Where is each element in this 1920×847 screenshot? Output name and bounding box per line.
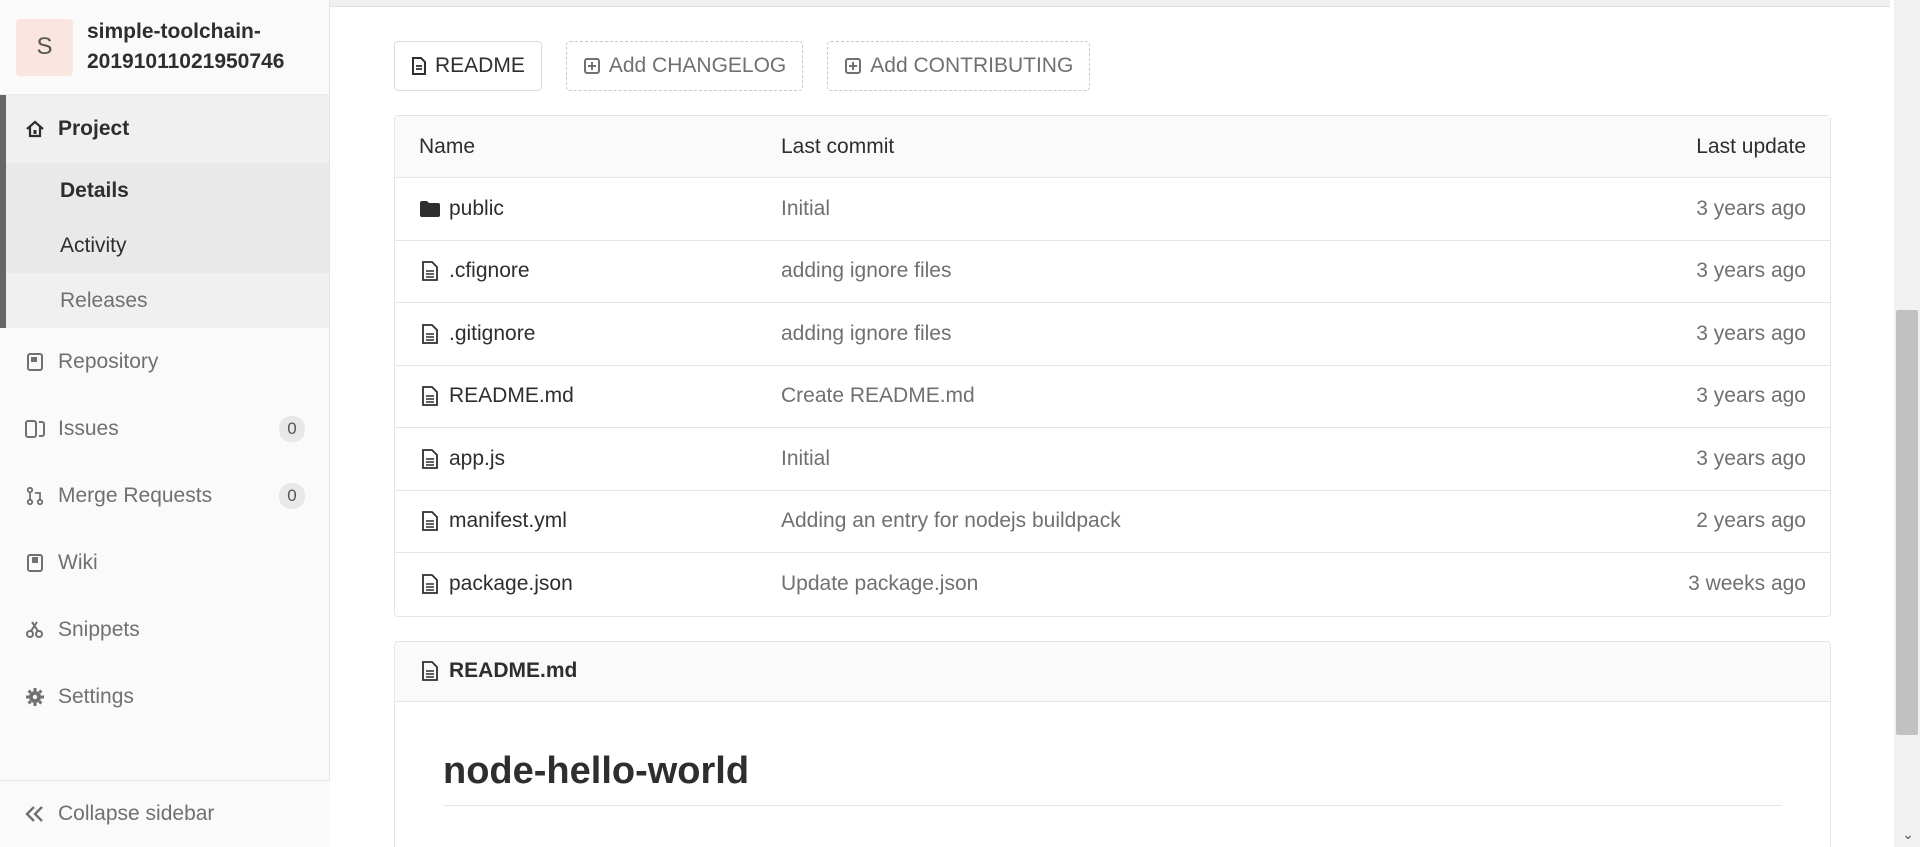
avatar: S [16,18,73,76]
file-buttons: README Add CHANGELOG Add CONTRIBUTING [394,41,1831,91]
add-contributing-button[interactable]: Add CONTRIBUTING [827,41,1091,91]
file-name-link[interactable]: .cfignore [449,259,530,283]
file-icon [419,448,441,470]
file-icon [419,510,441,532]
file-name-link[interactable]: app.js [449,447,505,471]
readme-panel: README.md node-hello-world [394,640,1831,847]
sidebar-section-project: Project Details Activity Releases [0,95,329,328]
column-header-name: Name [419,134,476,158]
table-row: manifest.yml Adding an entry for nodejs … [395,491,1830,553]
file-icon [419,573,441,595]
add-changelog-label: Add CHANGELOG [608,54,787,77]
table-row: .cfignore adding ignore files 3 years ag… [395,241,1830,303]
last-update-time: 3 weeks ago [1688,572,1806,596]
readme-body: node-hello-world [395,702,1830,806]
readme-title: node-hello-world [443,750,1782,806]
table-row: package.json Update package.json 3 weeks… [395,553,1830,616]
sidebar-item-wiki[interactable]: Wiki [0,529,329,596]
gear-icon [24,686,46,708]
count-badge: 0 [279,482,305,509]
readme-button[interactable]: README [394,41,542,91]
sidebar-item-label: Settings [58,684,134,708]
plus-square-icon [844,57,862,75]
table-row: .gitignore adding ignore files 3 years a… [395,303,1830,366]
file-name-link[interactable]: README.md [449,384,574,408]
commit-message-link[interactable]: Adding an entry for nodejs buildpack [781,509,1586,533]
sidebar-subitem-releases[interactable]: Releases [6,273,329,328]
last-update-time: 3 years ago [1696,196,1806,220]
last-update-time: 3 years ago [1696,321,1806,345]
commit-message-link[interactable]: Initial [781,197,1586,221]
plus-square-icon [583,57,601,75]
collapse-sidebar-label: Collapse sidebar [58,802,215,825]
sidebar-item-label: Repository [58,349,159,373]
sidebar-item-repository[interactable]: Repository [0,328,329,395]
main-content: README Add CHANGELOG Add CONTRIBUTING Na… [394,41,1831,847]
file-icon [419,660,441,682]
table-row: README.md Create README.md 3 years ago [395,366,1830,428]
file-icon [419,260,441,282]
commit-message-link[interactable]: adding ignore files [781,259,1586,283]
add-changelog-button[interactable]: Add CHANGELOG [565,41,804,91]
add-contributing-label: Add CONTRIBUTING [870,54,1074,77]
commit-message-link[interactable]: Update package.json [781,572,1586,596]
last-update-time: 3 years ago [1696,446,1806,470]
issues-icon [24,418,46,440]
sidebar-item-issues[interactable]: Issues 0 [0,395,329,462]
column-header-last-update: Last update [1696,134,1806,158]
sidebar-subitem-details[interactable]: Details [6,163,329,218]
sidebar-item-settings[interactable]: Settings [0,663,329,730]
sidebar-item-label: Snippets [58,617,140,641]
sidebar: S simple-toolchain-20191011021950746 Pro… [0,0,330,847]
last-update-time: 3 years ago [1696,384,1806,408]
readme-button-label: README [435,54,525,77]
commit-message-link[interactable]: Initial [781,447,1586,471]
scroll-down-arrow-icon[interactable]: ⌄ [1902,826,1914,843]
file-tree-table: Name Last commit Last update public Init… [394,115,1831,617]
last-update-time: 2 years ago [1696,509,1806,533]
project-header[interactable]: S simple-toolchain-20191011021950746 [0,0,329,95]
sidebar-subitem-activity[interactable]: Activity [6,218,329,273]
table-row: app.js Initial 3 years ago [395,428,1830,491]
commit-message-link[interactable]: Create README.md [781,384,1586,408]
commit-message-link[interactable]: adding ignore files [781,322,1586,346]
file-icon [419,385,441,407]
sidebar-item-label: Issues [58,416,119,440]
last-update-time: 3 years ago [1696,259,1806,283]
project-name: simple-toolchain-20191011021950746 [87,20,285,73]
top-border [330,0,1890,7]
readme-filename-link[interactable]: README.md [449,659,577,683]
folder-icon [419,198,441,220]
scrollbar-thumb[interactable] [1896,310,1918,735]
sidebar-item-label: Wiki [58,550,98,574]
book-icon [24,351,46,373]
count-badge: 0 [279,415,305,442]
scissors-icon [24,619,46,641]
readme-header: README.md [395,641,1830,702]
file-icon [419,323,441,345]
sidebar-item-project[interactable]: Project [6,95,329,163]
file-name-link[interactable]: public [449,197,504,221]
column-header-last-commit: Last commit [781,134,895,158]
table-header: Name Last commit Last update [395,116,1830,178]
file-icon [411,57,427,75]
collapse-sidebar-button[interactable]: Collapse sidebar [0,780,330,847]
file-name-link[interactable]: manifest.yml [449,509,567,533]
double-chevron-left-icon [24,803,46,825]
file-name-link[interactable]: package.json [449,572,573,596]
file-name-link[interactable]: .gitignore [449,322,535,346]
sidebar-item-snippets[interactable]: Snippets [0,596,329,663]
home-icon [24,118,46,140]
sidebar-item-label: Project [58,117,130,140]
sidebar-item-merge-requests[interactable]: Merge Requests 0 [0,462,329,529]
sidebar-item-label: Merge Requests [58,483,213,507]
wiki-icon [24,552,46,574]
vertical-scrollbar[interactable]: ⌄ [1894,0,1920,847]
table-row: public Initial 3 years ago [395,178,1830,241]
merge-request-icon [24,485,46,507]
